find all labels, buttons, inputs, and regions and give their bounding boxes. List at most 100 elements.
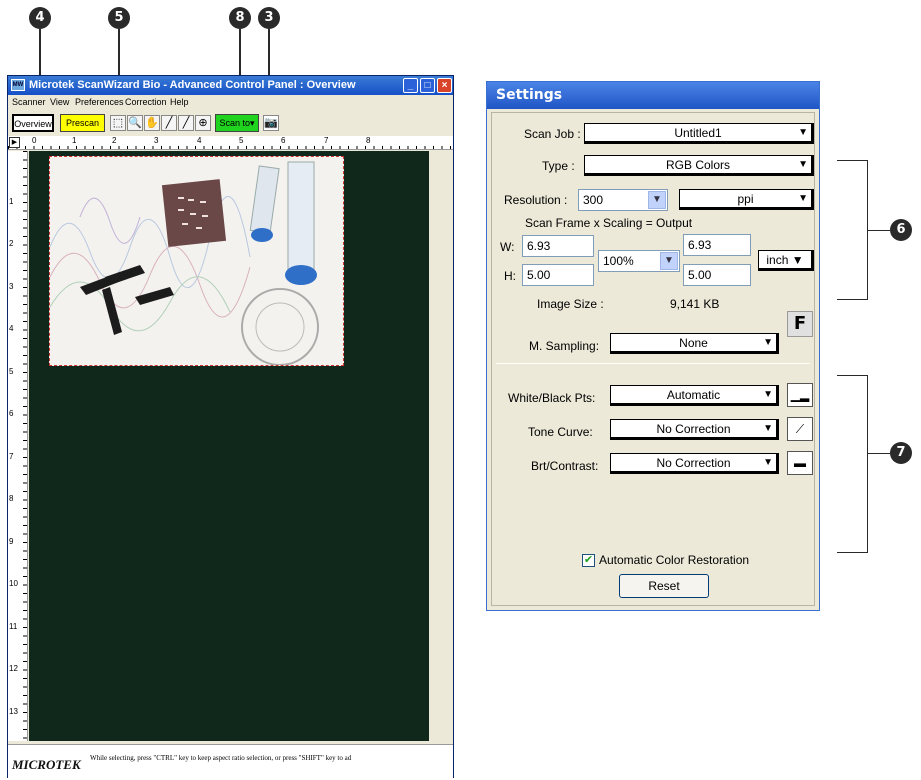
microtek-logo: MICROTEK — [12, 757, 81, 772]
dropdown-arrow-icon: ▼ — [763, 423, 773, 434]
image-size-value: 9,141 KB — [670, 297, 720, 311]
dropdown-arrow-icon: ▼ — [798, 193, 808, 204]
hruler-number: 8 — [366, 136, 371, 145]
zoom-icon[interactable]: 🔍 — [127, 115, 143, 131]
frame-header: Scan Frame x Scaling = Output — [525, 216, 693, 230]
type-dropdown[interactable]: RGB Colors ▼ — [584, 155, 814, 176]
tone-curve-label: Tone Curve: — [528, 425, 593, 439]
tone-curve-value: No Correction — [656, 422, 731, 436]
scan-to-label: Scan to — [219, 118, 250, 128]
status-hint: While selecting, press "CTRL" key to kee… — [90, 754, 352, 762]
window-titlebar[interactable]: MW Microtek ScanWizard Bio - Advanced Co… — [8, 76, 453, 95]
overview-button[interactable]: Overview — [12, 114, 54, 132]
resolution-label: Resolution : — [504, 193, 568, 207]
ruler-toggle-icon[interactable]: ▶ — [9, 137, 20, 148]
frame-select-icon[interactable]: ⬚ — [110, 115, 126, 131]
resolution-unit-value: ppi — [737, 192, 754, 206]
callout-3: 3 — [258, 7, 280, 29]
eyedropper-black-icon[interactable]: ╱ — [161, 115, 177, 131]
scan-job-value: Untitled1 — [674, 126, 722, 140]
bracket-6-tick — [868, 230, 890, 231]
histogram-icon[interactable]: ▁▂ — [787, 383, 813, 407]
scan-width-field[interactable]: 6.93 — [522, 235, 594, 257]
menu-help[interactable]: Help — [170, 97, 189, 107]
vertical-ruler: 1 2 3 4 5 6 7 8 9 10 11 12 13 — [8, 151, 28, 741]
brt-contrast-value: No Correction — [656, 456, 731, 470]
menu-preferences[interactable]: Preferences — [75, 97, 124, 107]
chevron-down-icon[interactable]: ▼ — [660, 252, 678, 270]
scanwizard-window: MW Microtek ScanWizard Bio - Advanced Co… — [7, 75, 454, 778]
menu-scanner[interactable]: Scanner — [12, 97, 46, 107]
scan-to-dropdown-icon: ▾ — [250, 118, 255, 128]
acr-checkbox[interactable]: ✔ — [582, 554, 595, 567]
brt-contrast-label: Brt/Contrast: — [531, 459, 599, 473]
vruler-number: 13 — [9, 707, 18, 716]
scaling-value: 100% — [603, 254, 634, 268]
callout-5: 5 — [108, 7, 130, 29]
vruler-number: 6 — [9, 409, 14, 418]
hruler-number: 3 — [154, 136, 159, 145]
maximize-button[interactable]: □ — [420, 78, 435, 93]
camera-scan-icon[interactable]: 📷 — [263, 115, 279, 131]
close-button[interactable]: × — [437, 78, 452, 93]
scan-to-button[interactable]: Scan to▾ — [215, 114, 259, 132]
scan-height-field[interactable]: 5.00 — [522, 264, 594, 286]
vruler-number: 7 — [9, 452, 14, 461]
dropdown-arrow-icon: ▼ — [763, 389, 773, 400]
unit-dropdown[interactable]: inch ▼ — [758, 250, 814, 271]
minimize-button[interactable]: _ — [403, 78, 418, 93]
menu-correction[interactable]: Correction — [125, 97, 167, 107]
type-label: Type : — [542, 159, 575, 173]
toolbar: Overview Prescan ⬚ 🔍 ✋ ╱ ╱ ⊕ Scan to▾ 📷 — [8, 112, 453, 134]
brt-contrast-dropdown[interactable]: No Correction ▼ — [610, 453, 779, 474]
scan-preview-area[interactable] — [29, 151, 429, 741]
horizontal-ruler: ▶ 0 1 2 3 4 5 6 7 8 — [8, 136, 453, 150]
status-bar: MICROTEK While selecting, press "CTRL" k… — [8, 744, 453, 778]
hruler-number: 5 — [239, 136, 244, 145]
eyedropper-white-icon[interactable]: ╱ — [178, 115, 194, 131]
settings-body: Scan Job : Untitled1 ▼ Type : RGB Colors… — [491, 112, 815, 606]
vruler-number: 5 — [9, 367, 14, 376]
settings-title: Settings — [487, 82, 819, 109]
output-height-field[interactable]: 5.00 — [683, 264, 751, 286]
msampling-dropdown[interactable]: None ▼ — [610, 333, 779, 354]
callout-6: 6 — [890, 219, 912, 241]
acr-label: Automatic Color Restoration — [599, 553, 750, 567]
menu-bar: Scanner View Preferences Correction Help — [8, 95, 453, 111]
filter-f-button[interactable]: F — [787, 311, 813, 337]
resolution-combo[interactable]: 300 ▼ — [578, 189, 668, 211]
section-divider — [496, 363, 810, 364]
brightness-contrast-icon[interactable]: ▬ — [787, 451, 813, 475]
window-title: Microtek ScanWizard Bio - Advanced Contr… — [29, 79, 356, 91]
vruler-number: 2 — [9, 239, 14, 248]
tone-curve-dropdown[interactable]: No Correction ▼ — [610, 419, 779, 440]
settings-panel: Settings Scan Job : Untitled1 ▼ Type : R… — [486, 81, 820, 611]
prescan-button[interactable]: Prescan — [60, 114, 105, 132]
vertical-scrollbar[interactable] — [429, 151, 453, 741]
menu-view[interactable]: View — [50, 97, 69, 107]
image-size-label: Image Size : — [537, 297, 604, 311]
scan-job-dropdown[interactable]: Untitled1 ▼ — [584, 123, 814, 144]
hand-pan-icon[interactable]: ✋ — [144, 115, 160, 131]
output-width-field[interactable]: 6.93 — [683, 234, 751, 256]
bracket-7 — [837, 375, 868, 553]
tone-curve-icon[interactable]: ⟋ — [787, 417, 813, 441]
reset-button[interactable]: Reset — [619, 574, 709, 598]
dropdown-arrow-icon: ▼ — [763, 337, 773, 348]
chevron-down-icon[interactable]: ▼ — [648, 191, 666, 209]
white-black-value: Automatic — [666, 388, 721, 402]
scaling-combo[interactable]: 100% ▼ — [598, 250, 680, 272]
vruler-number: 1 — [9, 197, 14, 206]
bracket-6 — [837, 160, 868, 300]
vruler-number: 11 — [9, 622, 18, 631]
white-black-dropdown[interactable]: Automatic ▼ — [610, 385, 779, 406]
scan-job-label: Scan Job : — [524, 127, 581, 141]
vruler-number: 9 — [9, 537, 14, 546]
prescan-image[interactable] — [49, 156, 344, 366]
crosshair-icon[interactable]: ⊕ — [195, 115, 211, 131]
msampling-value: None — [679, 336, 708, 350]
width-label: W: — [500, 240, 515, 254]
hruler-number: 4 — [197, 136, 202, 145]
vruler-number: 8 — [9, 494, 14, 503]
resolution-unit-dropdown[interactable]: ppi ▼ — [679, 189, 814, 210]
